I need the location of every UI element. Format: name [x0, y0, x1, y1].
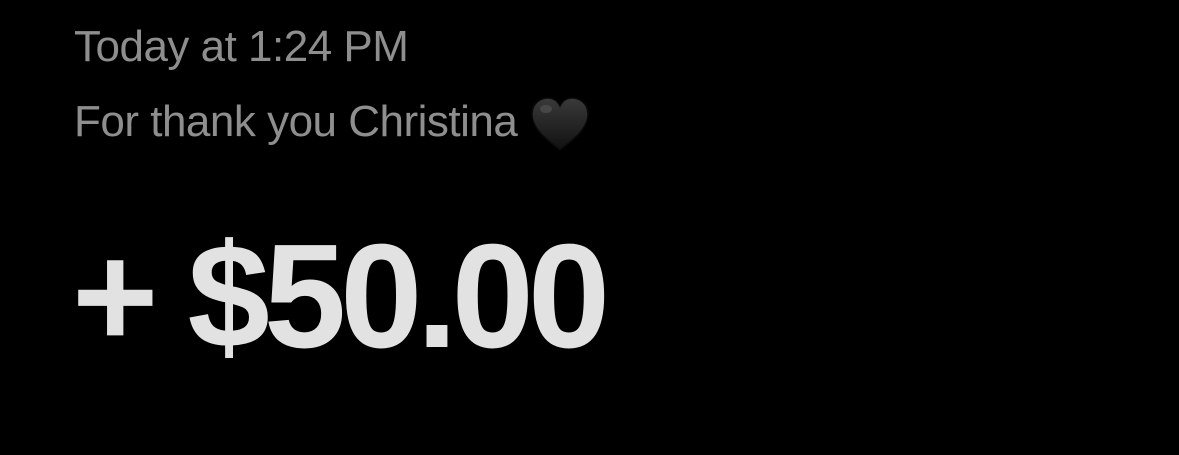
transaction-memo: For thank you Christina [74, 92, 591, 152]
transaction-timestamp: Today at 1:24 PM [74, 22, 409, 71]
memo-text: For thank you Christina [74, 97, 518, 146]
black-heart-icon [529, 96, 591, 152]
transaction-amount: + $50.00 [72, 214, 610, 379]
